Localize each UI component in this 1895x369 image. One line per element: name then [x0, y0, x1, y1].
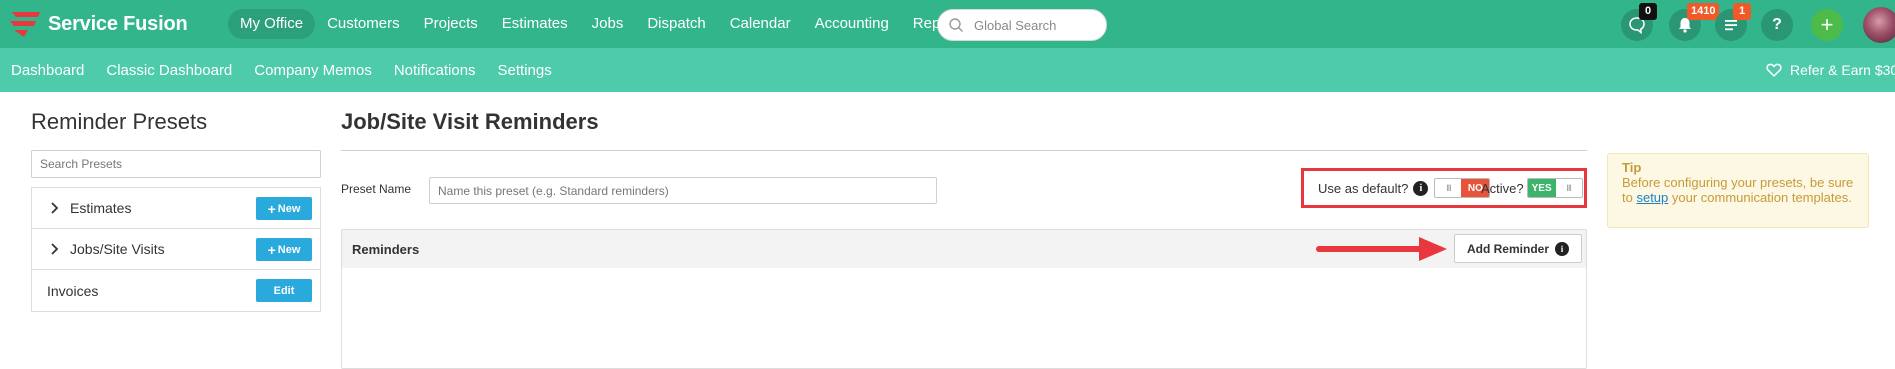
page-title: Job/Site Visit Reminders: [341, 109, 599, 134]
brand-name: Service Fusion: [48, 12, 188, 35]
button-label: New: [277, 243, 301, 256]
preset-label: Jobs/Site Visits: [70, 241, 165, 257]
toggle-handle: III: [1555, 179, 1582, 197]
tip-text: Before configuring your presets, be sure…: [1622, 175, 1854, 205]
nav-item-projects[interactable]: Projects: [412, 9, 490, 39]
nav-item-dispatch[interactable]: Dispatch: [635, 9, 717, 39]
preset-name-label: Preset Name: [341, 182, 412, 196]
tasks-button[interactable]: 1: [1715, 3, 1751, 41]
plus-icon: +: [1820, 12, 1834, 37]
active-label: Active?: [1481, 180, 1524, 196]
office-subnav: Dashboard Classic Dashboard Company Memos N…: [0, 48, 563, 92]
preset-label: Estimates: [70, 200, 132, 216]
chat-button[interactable]: 0: [1621, 3, 1657, 41]
preset-label: Invoices: [47, 282, 99, 299]
nav-item-customers[interactable]: Customers: [315, 9, 412, 39]
preset-row-invoices[interactable]: Invoices Edit: [32, 270, 320, 311]
use-as-default-group: Use as default? i III NO: [1318, 171, 1491, 205]
user-avatar[interactable]: [1863, 7, 1895, 43]
global-search-input[interactable]: [974, 17, 1094, 33]
main-nav: My Office Customers Projects Estimates Jobs D…: [228, 9, 977, 39]
active-group: Active? YES III: [1481, 171, 1583, 205]
preset-list: Estimates + New Jobs/Site Visits + New I…: [31, 187, 321, 312]
plus-icon: +: [267, 241, 276, 258]
toggle-handle: III: [1435, 179, 1462, 197]
nav-item-my-office[interactable]: My Office: [228, 9, 316, 39]
notifications-button[interactable]: 1410: [1669, 3, 1720, 41]
tip-text-after: your communication templates.: [1668, 190, 1852, 205]
chevron-right-icon[interactable]: [44, 243, 64, 255]
chat-badge: 0: [1639, 3, 1657, 20]
refer-earn-label: Refer & Earn $300: [1790, 62, 1895, 78]
subnav-item-dashboard[interactable]: Dashboard: [0, 62, 95, 79]
info-icon: i: [1555, 241, 1569, 256]
preset-search-input[interactable]: [31, 150, 321, 178]
subnav-item-settings[interactable]: Settings: [487, 62, 563, 79]
use-as-default-label: Use as default?: [1318, 180, 1409, 196]
top-navbar: Service Fusion My Office Customers Project…: [0, 0, 1895, 48]
nav-item-calendar[interactable]: Calendar: [718, 9, 803, 39]
button-label: Edit: [273, 284, 295, 297]
preset-row-estimates[interactable]: Estimates + New: [32, 188, 320, 229]
plus-icon: +: [267, 200, 276, 217]
reminder-presets-title: Reminder Presets: [31, 109, 208, 134]
heart-icon: [1766, 63, 1782, 78]
new-jobs-preset-button[interactable]: + New: [256, 238, 312, 261]
toggle-state-yes: YES: [1527, 179, 1556, 197]
tip-box: Tip Before configuring your presets, be …: [1607, 153, 1869, 228]
preset-name-input[interactable]: [429, 177, 937, 204]
subnav-item-notifications[interactable]: Notifications: [383, 62, 487, 79]
sub-navbar: Dashboard Classic Dashboard Company Memos N…: [0, 48, 1895, 92]
help-button[interactable]: ?: [1761, 9, 1793, 41]
brand-logo[interactable]: Service Fusion: [8, 8, 188, 40]
edit-invoices-preset-button[interactable]: Edit: [256, 279, 312, 302]
title-divider: [341, 150, 1587, 151]
new-estimates-preset-button[interactable]: + New: [256, 197, 312, 220]
annotation-arrow-icon: [1316, 237, 1447, 261]
button-label: New: [277, 202, 301, 215]
active-toggle[interactable]: YES III: [1526, 178, 1583, 198]
setup-link[interactable]: setup: [1636, 190, 1668, 205]
help-icon: ?: [1772, 16, 1782, 33]
info-icon[interactable]: i: [1413, 180, 1429, 196]
refer-earn-link[interactable]: Refer & Earn $300: [1766, 48, 1895, 92]
toggles-annotation-box: Use as default? i III NO Active? YES III: [1301, 168, 1587, 208]
tasks-badge: 1: [1733, 3, 1751, 20]
add-reminder-button[interactable]: Add Reminder i: [1454, 234, 1582, 263]
tip-title: Tip: [1622, 160, 1642, 175]
preset-row-jobs-site-visits[interactable]: Jobs/Site Visits + New: [32, 229, 320, 270]
global-search[interactable]: [937, 9, 1107, 41]
chevron-right-icon[interactable]: [44, 202, 64, 214]
subnav-item-company-memos[interactable]: Company Memos: [243, 62, 383, 79]
add-reminder-label: Add Reminder: [1466, 241, 1549, 256]
nav-item-estimates[interactable]: Estimates: [490, 9, 580, 39]
service-fusion-logo-icon: [10, 12, 40, 37]
quick-add-button[interactable]: +: [1811, 9, 1843, 41]
nav-item-accounting[interactable]: Accounting: [803, 9, 901, 39]
reminders-title: Reminders: [352, 241, 420, 257]
subnav-item-classic-dashboard[interactable]: Classic Dashboard: [95, 62, 243, 79]
search-icon: [949, 18, 963, 32]
nav-item-jobs[interactable]: Jobs: [580, 9, 636, 39]
notifications-badge: 1410: [1687, 3, 1720, 20]
